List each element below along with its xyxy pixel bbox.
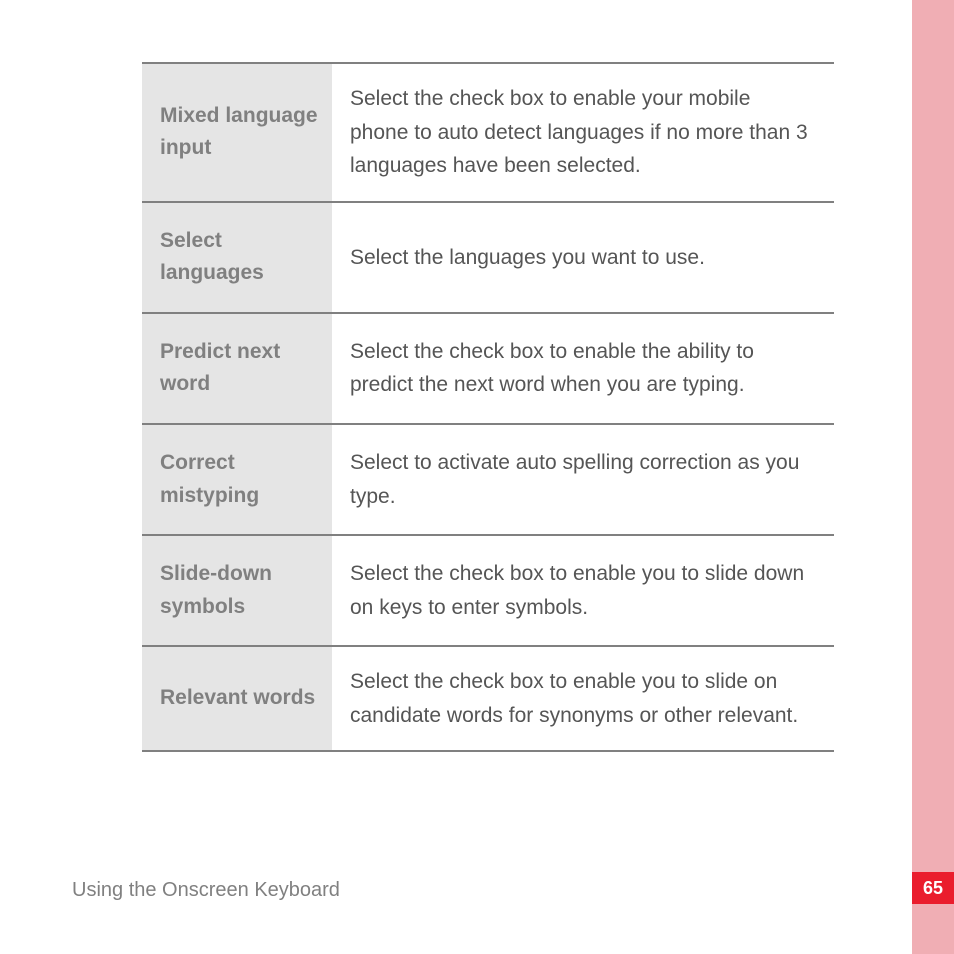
setting-label: Mixed language input xyxy=(142,63,332,202)
setting-label: Select languages xyxy=(142,202,332,313)
table-row: Select languages Select the languages yo… xyxy=(142,202,834,313)
setting-description: Select the check box to enable your mobi… xyxy=(332,63,834,202)
setting-label: Correct mistyping xyxy=(142,424,332,535)
table-row: Predict next word Select the check box t… xyxy=(142,313,834,424)
footer-section-title: Using the Onscreen Keyboard xyxy=(72,879,340,902)
page-number: 65 xyxy=(923,878,943,899)
table-row: Relevant words Select the check box to e… xyxy=(142,646,834,751)
manual-page: 65 Mixed language input Select the check… xyxy=(0,0,954,954)
setting-description: Select the languages you want to use. xyxy=(332,202,834,313)
setting-label: Predict next word xyxy=(142,313,332,424)
table-row: Correct mistyping Select to activate aut… xyxy=(142,424,834,535)
table-row: Mixed language input Select the check bo… xyxy=(142,63,834,202)
side-tab-bar: 65 xyxy=(912,0,954,954)
setting-description: Select the check box to enable you to sl… xyxy=(332,646,834,751)
setting-label: Relevant words xyxy=(142,646,332,751)
setting-description: Select the check box to enable you to sl… xyxy=(332,535,834,646)
settings-table: Mixed language input Select the check bo… xyxy=(142,62,834,752)
setting-label: Slide-down symbols xyxy=(142,535,332,646)
setting-description: Select to activate auto spelling correct… xyxy=(332,424,834,535)
page-number-badge: 65 xyxy=(912,872,954,904)
table-row: Slide-down symbols Select the check box … xyxy=(142,535,834,646)
setting-description: Select the check box to enable the abili… xyxy=(332,313,834,424)
